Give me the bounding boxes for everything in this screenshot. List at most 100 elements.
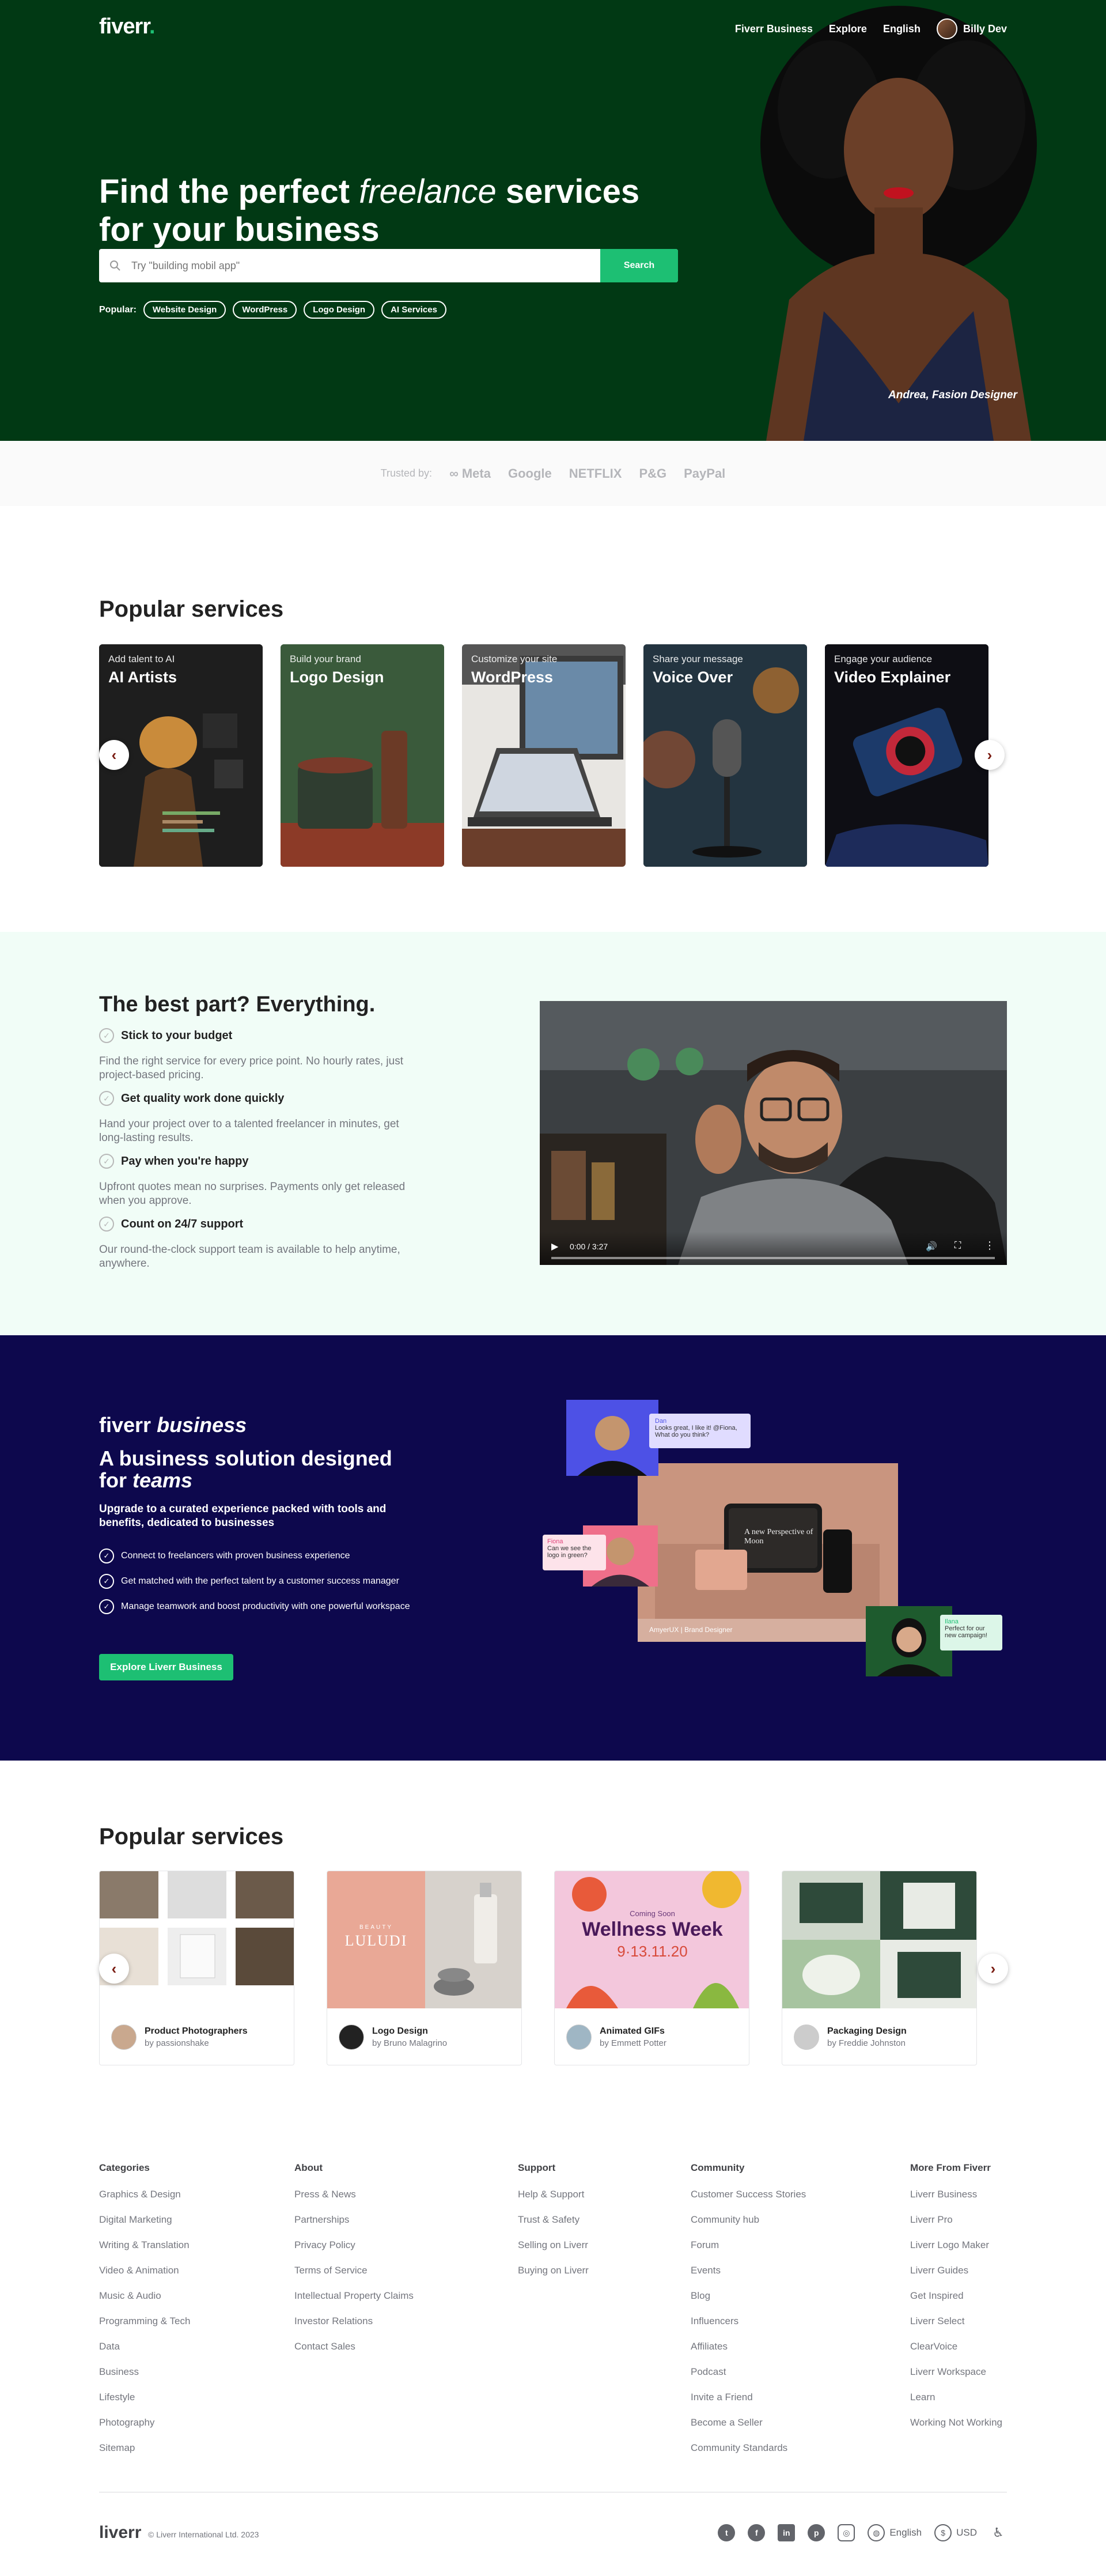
gig-title: Packaging Design [827,2026,907,2036]
footer-link[interactable]: Liverr Select [910,2316,1002,2341]
footer-link[interactable]: Business [99,2366,190,2392]
footer-link[interactable]: Learn [910,2392,1002,2417]
more-options-icon[interactable]: ⋮ [984,1240,995,1252]
pinterest-icon[interactable]: p [808,2524,825,2541]
instagram-icon[interactable]: ◎ [838,2524,855,2541]
carousel-prev-button[interactable]: ‹ [99,740,129,770]
globe-icon: ◍ [868,2524,885,2541]
nav-language[interactable]: English [883,23,921,35]
footer-link[interactable]: Data [99,2341,190,2366]
video-frame [540,1001,1007,1265]
carousel-next-button[interactable]: › [975,740,1005,770]
footer-link[interactable]: Trust & Safety [518,2214,589,2239]
footer-link[interactable]: Terms of Service [294,2265,414,2290]
carousel-prev-button-2[interactable]: ‹ [99,1954,129,1984]
business-point-text: Get matched with the perfect talent by a… [121,1576,399,1586]
accessibility-icon[interactable]: ♿ [990,2524,1007,2541]
collage-person-1 [566,1400,658,1476]
twitter-icon[interactable]: t [718,2524,736,2541]
card-subtitle: Build your brand [290,654,361,664]
footer-link[interactable]: Privacy Policy [294,2239,414,2265]
search-input[interactable] [131,249,600,282]
service-card-voice-over[interactable]: Share your message Voice Over [643,644,807,867]
footer-link[interactable]: Affiliates [691,2341,806,2366]
footer-link[interactable]: Community Standards [691,2442,806,2468]
footer-link[interactable]: Video & Animation [99,2265,190,2290]
carousel-next-button-2[interactable]: › [978,1954,1008,1984]
card-title: Voice Over [653,668,733,686]
play-icon[interactable]: ▶ [551,1241,558,1252]
footer-logo[interactable]: liverr [99,2523,141,2543]
footer-link[interactable]: Contact Sales [294,2341,414,2366]
footer-link[interactable]: Sitemap [99,2442,190,2468]
footer-link[interactable]: Podcast [691,2366,806,2392]
check-circle-icon: ✓ [99,1574,114,1589]
footer-column-title: More From Fiverr [910,2162,991,2173]
footer-link[interactable]: Press & News [294,2189,414,2214]
service-card-video-explainer[interactable]: Engage your audience Video Explainer [825,644,988,867]
volume-icon[interactable]: 🔊 [926,1241,937,1252]
card-title: Logo Design [290,668,384,686]
search-button[interactable]: Search [600,249,678,282]
user-menu[interactable]: Billy Dev [936,18,1007,39]
brand-pg: P&G [639,466,667,481]
footer-link[interactable]: Programming & Tech [99,2316,190,2341]
gig-card-packaging-design[interactable]: Packaging Design by Freddie Johnston [782,1871,977,2065]
footer-link[interactable]: Buying on Liverr [518,2265,589,2290]
card-subtitle: Customize your site [471,654,558,664]
footer-link[interactable]: Digital Marketing [99,2214,190,2239]
service-card-wordpress[interactable]: Customize your site WordPress [462,644,626,867]
gig-card-logo-design[interactable]: BEAUTY LULUDI Logo Design by Bruno Malagr… [327,1871,522,2065]
popular-label: Popular: [99,304,137,315]
footer-link[interactable]: Liverr Logo Maker [910,2239,1002,2265]
fiverr-logo[interactable]: fiverr. [99,14,155,39]
footer-link[interactable]: Influencers [691,2316,806,2341]
business-point: ✓ Connect to freelancers with proven busi… [99,1548,350,1563]
video-progress-bar[interactable] [551,1257,995,1259]
tag-wordpress[interactable]: WordPress [233,301,297,319]
currency-selector[interactable]: $ USD [934,2524,977,2541]
language-selector[interactable]: ◍ English [868,2524,922,2541]
footer-link[interactable]: Investor Relations [294,2316,414,2341]
footer-link[interactable]: Community hub [691,2214,806,2239]
footer-link[interactable]: Get Inspired [910,2290,1002,2316]
footer-link[interactable]: Blog [691,2290,806,2316]
footer-link[interactable]: Music & Audio [99,2290,190,2316]
footer-link[interactable]: Intellectual Property Claims [294,2290,414,2316]
explore-business-button[interactable]: Explore Liverr Business [99,1654,233,1680]
tag-ai-services[interactable]: AI Services [381,301,446,319]
footer-link[interactable]: ClearVoice [910,2341,1002,2366]
nav-fiverr-business[interactable]: Fiverr Business [735,23,813,35]
footer-link[interactable]: Writing & Translation [99,2239,190,2265]
gig-author: by passionshake [145,2038,209,2048]
footer-link[interactable]: Liverr Workspace [910,2366,1002,2392]
footer-link[interactable]: Invite a Friend [691,2392,806,2417]
service-card-logo-design[interactable]: Build your brand Logo Design [281,644,444,867]
chat-bubble-ilana: Ilana Perfect for our new campaign! [940,1615,1002,1650]
footer-link[interactable]: Liverr Pro [910,2214,1002,2239]
footer-link[interactable]: Liverr Business [910,2189,1002,2214]
tag-logo-design[interactable]: Logo Design [304,301,375,319]
video-player[interactable]: ▶ 0:00 / 3:27 🔊 ⛶ ⋮ [540,1001,1007,1265]
footer-link[interactable]: Lifestyle [99,2392,190,2417]
gig-title: Product Photographers [145,2026,248,2036]
facebook-icon[interactable]: f [748,2524,766,2541]
footer-link[interactable]: Working Not Working [910,2417,1002,2442]
footer-link[interactable]: Liverr Guides [910,2265,1002,2290]
footer-link[interactable]: Forum [691,2239,806,2265]
fullscreen-icon[interactable]: ⛶ [955,1241,961,1251]
product-photos-grid [100,1871,294,2008]
footer-link[interactable]: Customer Success Stories [691,2189,806,2214]
footer-link[interactable]: Selling on Liverr [518,2239,589,2265]
linkedin-icon[interactable]: in [778,2524,796,2541]
tag-website-design[interactable]: Website Design [143,301,226,319]
nav-explore[interactable]: Explore [829,23,867,35]
gig-card-animated-gifs[interactable]: Coming Soon Wellness Week 9·13.11.20 Ani… [554,1871,749,2065]
footer-link[interactable]: Help & Support [518,2189,589,2214]
footer-link[interactable]: Graphics & Design [99,2189,190,2214]
footer-link[interactable]: Events [691,2265,806,2290]
footer-link[interactable]: Become a Seller [691,2417,806,2442]
footer-link[interactable]: Partnerships [294,2214,414,2239]
currency-label: USD [956,2527,977,2538]
footer-link[interactable]: Photography [99,2417,190,2442]
